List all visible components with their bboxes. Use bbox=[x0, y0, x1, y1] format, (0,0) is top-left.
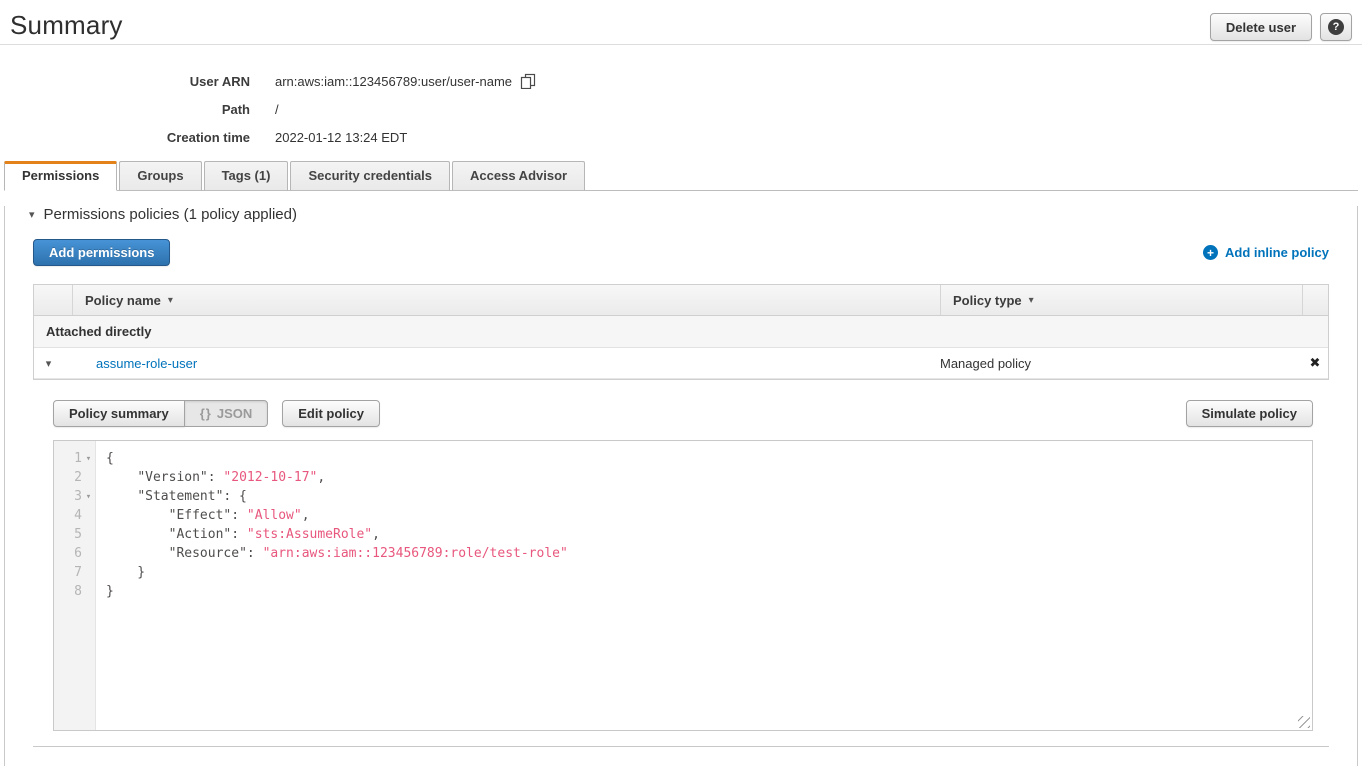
help-icon: ? bbox=[1328, 19, 1344, 35]
policy-type-column-header[interactable]: Policy type ▾ bbox=[940, 285, 1302, 315]
editor-gutter: 1▾23▾45678 bbox=[54, 441, 96, 730]
policy-table: Policy name ▾ Policy type ▾ Attached dir… bbox=[33, 284, 1329, 380]
fold-placeholder bbox=[82, 544, 95, 563]
policy-table-header: Policy name ▾ Policy type ▾ bbox=[34, 285, 1328, 316]
policy-row-assume-role-user: ▾ assume-role-user Managed policy ✖ bbox=[34, 348, 1328, 379]
fold-placeholder bbox=[82, 468, 95, 487]
json-view-button[interactable]: {} JSON bbox=[184, 400, 269, 427]
tab-bar: Permissions Groups Tags (1) Security cre… bbox=[4, 161, 1358, 191]
policy-summary-button[interactable]: Policy summary bbox=[53, 400, 185, 427]
policy-type-cell: Managed policy bbox=[940, 356, 1302, 371]
policy-type-header-label: Policy type bbox=[953, 293, 1022, 308]
tab-permissions[interactable]: Permissions bbox=[4, 161, 117, 191]
json-policy-editor[interactable]: 1▾23▾45678 { "Version": "2012-10-17", "S… bbox=[53, 440, 1313, 731]
user-details: User ARN arn:aws:iam::123456789:user/use… bbox=[0, 67, 1362, 151]
code-line: } bbox=[106, 582, 1312, 601]
path-value: / bbox=[275, 102, 279, 117]
tab-security-credentials[interactable]: Security credentials bbox=[290, 161, 450, 191]
line-number[interactable]: 1▾ bbox=[54, 449, 95, 468]
policy-view-toggle: Policy summary {} JSON bbox=[53, 400, 268, 427]
fold-icon[interactable]: ▾ bbox=[82, 449, 95, 468]
braces-icon: {} bbox=[200, 406, 212, 421]
detach-policy-icon[interactable]: ✖ bbox=[1302, 355, 1328, 371]
editor-code[interactable]: { "Version": "2012-10-17", "Statement": … bbox=[96, 441, 1312, 730]
fold-placeholder bbox=[82, 506, 95, 525]
add-inline-policy-link[interactable]: + Add inline policy bbox=[1203, 245, 1329, 260]
line-number[interactable]: 3▾ bbox=[54, 487, 95, 506]
detail-row-path: Path / bbox=[0, 95, 1362, 123]
policy-actions-row: Add permissions + Add inline policy bbox=[33, 239, 1329, 266]
path-label: Path bbox=[0, 102, 250, 117]
permissions-policies-title: Permissions policies (1 policy applied) bbox=[44, 206, 297, 223]
policy-name-header-label: Policy name bbox=[85, 293, 161, 308]
detail-row-creation-time: Creation time 2022-01-12 13:24 EDT bbox=[0, 123, 1362, 151]
fold-placeholder bbox=[82, 525, 95, 544]
line-number: 4 bbox=[54, 506, 95, 525]
sort-icon: ▾ bbox=[1029, 295, 1034, 306]
expand-column-header bbox=[34, 285, 72, 315]
permissions-tab-panel: ▾ Permissions policies (1 policy applied… bbox=[4, 206, 1358, 766]
add-inline-policy-label: Add inline policy bbox=[1225, 245, 1329, 260]
fold-icon[interactable]: ▾ bbox=[82, 487, 95, 506]
json-button-label: JSON bbox=[217, 406, 252, 421]
user-arn-label: User ARN bbox=[0, 74, 250, 89]
expand-row-icon[interactable]: ▾ bbox=[34, 357, 63, 370]
policy-name-cell: assume-role-user bbox=[72, 356, 940, 371]
page-title: Summary bbox=[10, 10, 123, 41]
policy-name-column-header[interactable]: Policy name ▾ bbox=[72, 285, 940, 315]
header-actions: Delete user ? bbox=[1210, 10, 1352, 41]
plus-circle-icon: + bbox=[1203, 245, 1218, 260]
permissions-policies-section-header[interactable]: ▾ Permissions policies (1 policy applied… bbox=[29, 206, 1333, 223]
fold-placeholder bbox=[82, 563, 95, 582]
page-header: Summary Delete user ? bbox=[0, 0, 1362, 45]
policy-detail-toolbar: Policy summary {} JSON Edit policy Simul… bbox=[53, 400, 1313, 427]
user-arn-text: arn:aws:iam::123456789:user/user-name bbox=[275, 74, 512, 89]
line-number: 8 bbox=[54, 582, 95, 601]
collapse-section-icon: ▾ bbox=[29, 208, 35, 221]
policy-link-assume-role-user[interactable]: assume-role-user bbox=[96, 356, 197, 371]
line-number: 5 bbox=[54, 525, 95, 544]
copy-icon[interactable] bbox=[520, 73, 536, 89]
tab-groups[interactable]: Groups bbox=[119, 161, 201, 191]
code-line: "Statement": { bbox=[106, 487, 1312, 506]
edit-policy-button[interactable]: Edit policy bbox=[282, 400, 380, 427]
tab-access-advisor[interactable]: Access Advisor bbox=[452, 161, 585, 191]
add-permissions-button[interactable]: Add permissions bbox=[33, 239, 170, 266]
actions-column-header bbox=[1302, 285, 1328, 315]
line-number: 2 bbox=[54, 468, 95, 487]
user-arn-value: arn:aws:iam::123456789:user/user-name bbox=[275, 73, 536, 89]
line-number: 7 bbox=[54, 563, 95, 582]
detail-row-user-arn: User ARN arn:aws:iam::123456789:user/use… bbox=[0, 67, 1362, 95]
help-button[interactable]: ? bbox=[1320, 13, 1352, 41]
sort-icon: ▾ bbox=[168, 295, 173, 306]
tab-tags[interactable]: Tags (1) bbox=[204, 161, 289, 191]
fold-placeholder bbox=[82, 582, 95, 601]
simulate-policy-button[interactable]: Simulate policy bbox=[1186, 400, 1313, 427]
code-line: "Effect": "Allow", bbox=[106, 506, 1312, 525]
code-line: "Resource": "arn:aws:iam::123456789:role… bbox=[106, 544, 1312, 563]
code-line: { bbox=[106, 449, 1312, 468]
code-line: } bbox=[106, 563, 1312, 582]
code-line: "Action": "sts:AssumeRole", bbox=[106, 525, 1312, 544]
creation-time-label: Creation time bbox=[0, 130, 250, 145]
code-line: "Version": "2012-10-17", bbox=[106, 468, 1312, 487]
delete-user-button[interactable]: Delete user bbox=[1210, 13, 1312, 41]
line-number: 6 bbox=[54, 544, 95, 563]
policy-detail-panel: Policy summary {} JSON Edit policy Simul… bbox=[33, 380, 1329, 747]
editor-resize-handle[interactable] bbox=[1298, 716, 1310, 728]
creation-time-value: 2022-01-12 13:24 EDT bbox=[275, 130, 407, 145]
attached-directly-group-row: Attached directly bbox=[34, 316, 1328, 348]
